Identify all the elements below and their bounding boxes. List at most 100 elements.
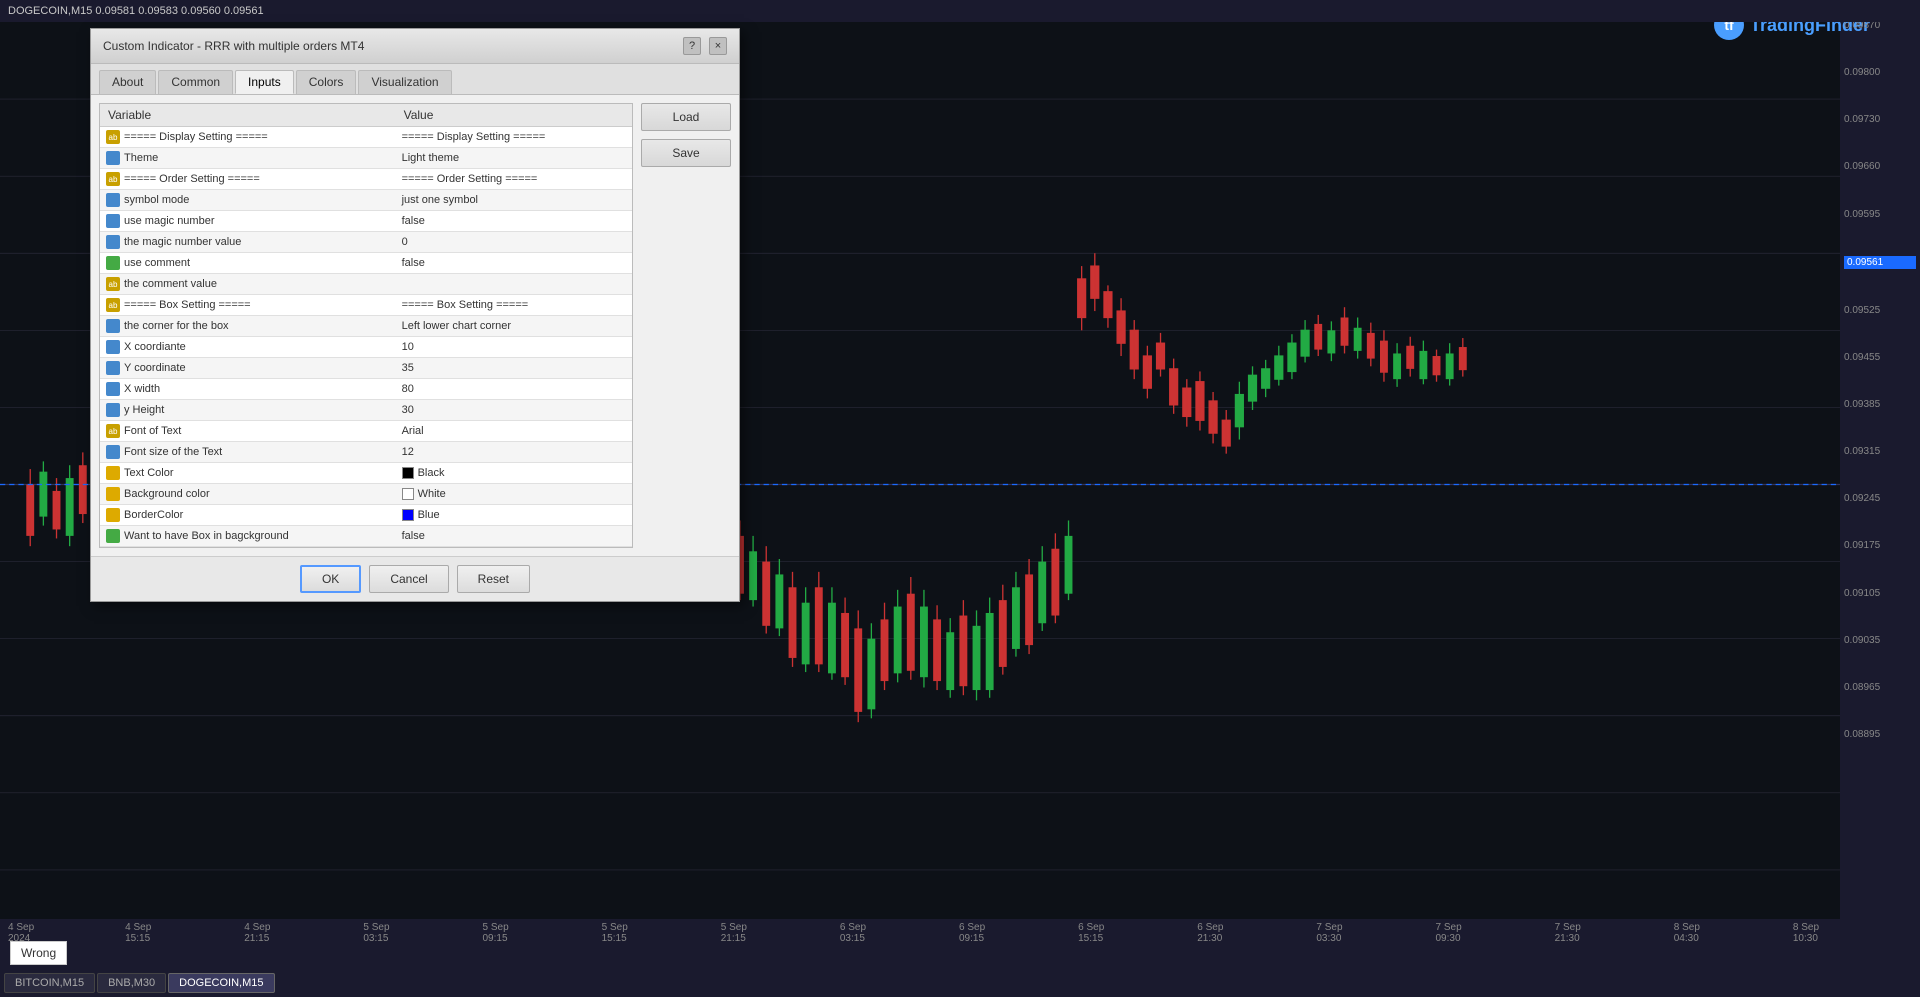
param-variable: abthe comment value xyxy=(100,274,396,295)
param-value: 35 xyxy=(396,358,632,379)
tab-about[interactable]: About xyxy=(99,70,156,94)
param-variable: ab===== Box Setting ===== xyxy=(100,295,396,316)
table-row[interactable]: X width80 xyxy=(100,379,632,400)
ok-button[interactable]: OK xyxy=(300,565,361,593)
price-scale: 0.09870 0.09800 0.09730 0.09660 0.09595 … xyxy=(1840,0,1920,760)
color-swatch xyxy=(402,488,414,500)
dialog-tab-bar: About Common Inputs Colors Visualization xyxy=(91,64,739,95)
row-type-icon: ab xyxy=(106,424,120,438)
param-variable: Y coordinate xyxy=(100,358,396,379)
param-value: false xyxy=(396,211,632,232)
tab-bnb[interactable]: BNB,M30 xyxy=(97,973,166,993)
row-type-icon xyxy=(106,361,120,375)
param-value: false xyxy=(396,526,632,547)
top-bar: DOGECOIN,M15 0.09581 0.09583 0.09560 0.0… xyxy=(0,0,1920,22)
param-value: false xyxy=(396,253,632,274)
param-value: 0 xyxy=(396,232,632,253)
tab-dogecoin[interactable]: DOGECOIN,M15 xyxy=(168,973,274,993)
color-swatch xyxy=(402,509,414,521)
row-type-icon xyxy=(106,403,120,417)
save-button[interactable]: Save xyxy=(641,139,731,167)
dialog-controls: ? × xyxy=(683,37,727,55)
table-row[interactable]: abFont of TextArial xyxy=(100,421,632,442)
table-row[interactable]: use magic numberfalse xyxy=(100,211,632,232)
col-variable: Variable xyxy=(100,104,396,127)
row-type-icon: ab xyxy=(106,298,120,312)
param-variable: ab===== Display Setting ===== xyxy=(100,127,396,148)
table-row[interactable]: ab===== Display Setting ========== Displ… xyxy=(100,127,632,148)
param-variable: the corner for the box xyxy=(100,316,396,337)
param-value: ===== Display Setting ===== xyxy=(396,127,632,148)
table-row[interactable]: abthe comment value xyxy=(100,274,632,295)
params-table: Variable Value ab===== Display Setting =… xyxy=(100,104,632,547)
col-value: Value xyxy=(396,104,632,127)
tab-inputs[interactable]: Inputs xyxy=(235,70,294,94)
table-row[interactable]: Font size of the Text12 xyxy=(100,442,632,463)
table-row[interactable]: the corner for the boxLeft lower chart c… xyxy=(100,316,632,337)
table-row[interactable]: y Height30 xyxy=(100,400,632,421)
param-variable: ab===== Order Setting ===== xyxy=(100,169,396,190)
row-type-icon xyxy=(106,235,120,249)
param-value xyxy=(396,274,632,295)
param-value: 30 xyxy=(396,400,632,421)
param-variable: BorderColor xyxy=(100,505,396,526)
param-value: 12 xyxy=(396,442,632,463)
table-row[interactable]: use commentfalse xyxy=(100,253,632,274)
table-row[interactable]: ab===== Box Setting ========== Box Setti… xyxy=(100,295,632,316)
table-row[interactable]: BorderColorBlue xyxy=(100,505,632,526)
param-variable: use magic number xyxy=(100,211,396,232)
tab-visualization[interactable]: Visualization xyxy=(358,70,451,94)
bottom-tab-bar: BITCOIN,M15 BNB,M30 DOGECOIN,M15 xyxy=(0,969,279,997)
tab-colors[interactable]: Colors xyxy=(296,70,357,94)
row-type-icon xyxy=(106,193,120,207)
param-value: ===== Box Setting ===== xyxy=(396,295,632,316)
param-value: White xyxy=(396,484,632,505)
table-row[interactable]: Y coordinate35 xyxy=(100,358,632,379)
row-type-icon: ab xyxy=(106,130,120,144)
param-variable: Theme xyxy=(100,148,396,169)
dialog-close-button[interactable]: × xyxy=(709,37,727,55)
param-value: 80 xyxy=(396,379,632,400)
tab-common[interactable]: Common xyxy=(158,70,233,94)
table-row[interactable]: ThemeLight theme xyxy=(100,148,632,169)
tab-bitcoin[interactable]: BITCOIN,M15 xyxy=(4,973,95,993)
row-type-icon: ab xyxy=(106,277,120,291)
table-row[interactable]: X coordiante10 xyxy=(100,337,632,358)
row-type-icon xyxy=(106,214,120,228)
dialog-help-button[interactable]: ? xyxy=(683,37,701,55)
dialog-footer: OK Cancel Reset xyxy=(91,556,739,601)
params-table-wrapper[interactable]: Variable Value ab===== Display Setting =… xyxy=(99,103,633,548)
param-variable: Text Color xyxy=(100,463,396,484)
table-row[interactable]: the magic number value0 xyxy=(100,232,632,253)
table-row[interactable]: Want to have Box in bagckgroundfalse xyxy=(100,526,632,547)
row-type-icon xyxy=(106,466,120,480)
param-value: just one symbol xyxy=(396,190,632,211)
cancel-button[interactable]: Cancel xyxy=(369,565,448,593)
table-row[interactable]: ab===== Order Setting ========== Order S… xyxy=(100,169,632,190)
param-variable: Want to have Box in bagckground xyxy=(100,526,396,547)
color-swatch xyxy=(402,467,414,479)
load-button[interactable]: Load xyxy=(641,103,731,131)
wrong-badge: Wrong xyxy=(10,941,67,965)
param-value: Left lower chart corner xyxy=(396,316,632,337)
row-type-icon xyxy=(106,319,120,333)
side-buttons-panel: Load Save xyxy=(641,103,731,548)
dialog-content: Variable Value ab===== Display Setting =… xyxy=(91,95,739,556)
row-type-icon xyxy=(106,487,120,501)
table-row[interactable]: Background colorWhite xyxy=(100,484,632,505)
param-variable: y Height xyxy=(100,400,396,421)
table-row[interactable]: symbol modejust one symbol xyxy=(100,190,632,211)
param-value: Light theme xyxy=(396,148,632,169)
row-type-icon xyxy=(106,256,120,270)
param-value: 10 xyxy=(396,337,632,358)
param-variable: Font size of the Text xyxy=(100,442,396,463)
param-value: Black xyxy=(396,463,632,484)
dialog-title-bar: Custom Indicator - RRR with multiple ord… xyxy=(91,29,739,64)
table-row[interactable]: Text ColorBlack xyxy=(100,463,632,484)
reset-button[interactable]: Reset xyxy=(457,565,530,593)
row-type-icon xyxy=(106,508,120,522)
row-type-icon xyxy=(106,529,120,543)
param-value: ===== Order Setting ===== xyxy=(396,169,632,190)
param-variable: the magic number value xyxy=(100,232,396,253)
row-type-icon xyxy=(106,340,120,354)
